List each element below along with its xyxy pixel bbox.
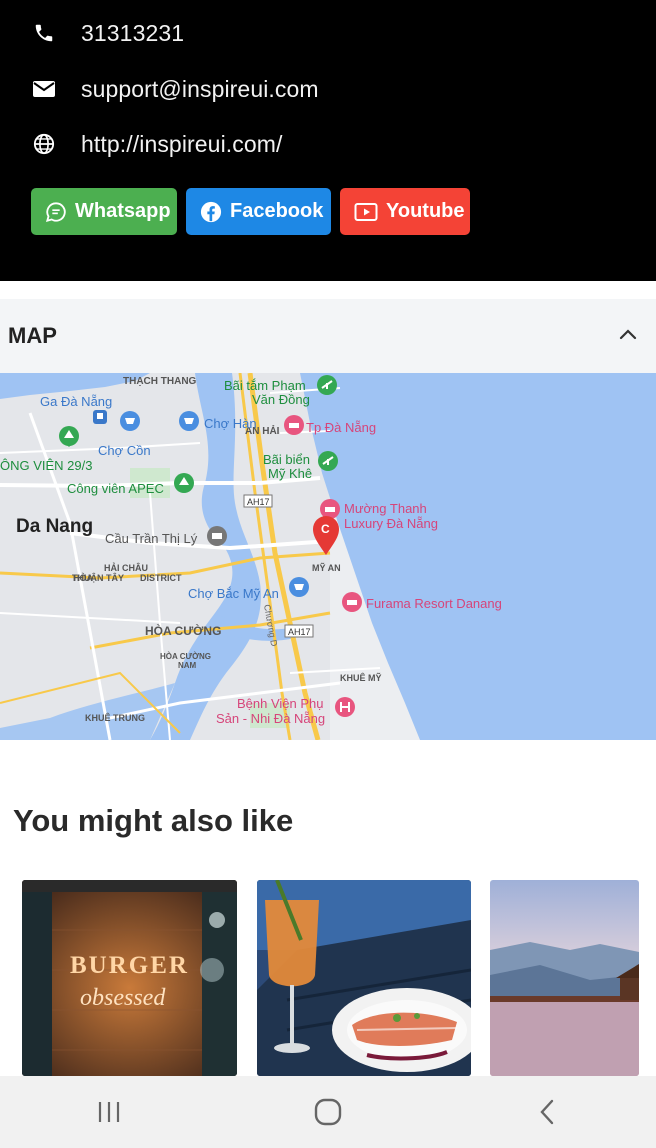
recent-apps-button[interactable] — [79, 1082, 139, 1142]
home-icon — [314, 1098, 342, 1126]
shopping-pin-icon[interactable] — [120, 411, 140, 431]
park-pin-icon[interactable] — [174, 473, 194, 493]
map-label: Bãi tắm Phạm — [224, 378, 306, 393]
map-label: Công viên APEC — [67, 481, 164, 496]
cocktail-salmon-image — [257, 880, 471, 1076]
bridge-icon[interactable] — [207, 526, 227, 546]
map-label: Ga Đà Nẵng — [40, 394, 112, 409]
map-label: HẢI CHÂU — [104, 562, 148, 573]
map-label: MỸ AN — [312, 563, 341, 573]
website-row[interactable]: http://inspireui.com/ — [30, 130, 283, 158]
youtube-button[interactable]: Youtube — [340, 188, 470, 235]
map-city-label: Da Nang — [16, 516, 93, 537]
map-label: ÔNG VIÊN 29/3 — [0, 458, 92, 473]
map-label: Cầu Trần Thị Lý — [105, 531, 198, 546]
home-button[interactable] — [298, 1082, 358, 1142]
burger-restaurant-image: BURGER obsessed — [22, 880, 237, 1076]
whatsapp-icon — [45, 200, 67, 224]
system-navigation-bar — [0, 1076, 656, 1148]
whatsapp-button[interactable]: Whatsapp — [31, 188, 177, 235]
hotel-pin-icon[interactable] — [342, 592, 362, 612]
svg-text:BURGER: BURGER — [70, 952, 189, 979]
beach-pin-icon[interactable] — [317, 375, 337, 395]
phone-row[interactable]: 31313231 — [30, 19, 184, 47]
email-icon — [30, 75, 58, 103]
globe-icon — [30, 130, 58, 158]
map-label: KHUÊ MỸ — [340, 672, 382, 683]
map-label: DISTRICT — [140, 573, 182, 583]
map-label: Chợ Hàn — [204, 416, 257, 431]
suggestion-card-cocktail[interactable] — [257, 880, 471, 1076]
marker-letter: C — [321, 522, 330, 536]
email-row[interactable]: support@inspireui.com — [30, 75, 319, 103]
shopping-pin-icon[interactable] — [179, 411, 199, 431]
recent-apps-icon — [99, 1102, 120, 1122]
hospital-pin-icon[interactable] — [335, 697, 355, 717]
youtube-label: Youtube — [386, 200, 465, 222]
facebook-icon — [200, 200, 222, 224]
facebook-label: Facebook — [230, 200, 324, 222]
road-shield: AH17 — [247, 497, 270, 507]
suggestion-card-burger[interactable]: BURGER obsessed — [22, 880, 237, 1076]
map-title: MAP — [8, 323, 57, 348]
map-label: Bãi biển — [263, 452, 310, 467]
map-label: Bệnh Viện Phụ — [237, 696, 324, 711]
map-label: Mường Thanh — [344, 501, 427, 516]
road-shield: AH17 — [288, 627, 311, 637]
suggestion-card-mountain[interactable] — [490, 880, 639, 1076]
chevron-up-icon[interactable] — [618, 327, 638, 346]
shopping-pin-icon[interactable] — [289, 577, 309, 597]
map-view[interactable]: THẠCH THANG AN HẢI HÒA HẢI CHÂU DISTRICT… — [0, 373, 656, 740]
email-address: support@inspireui.com — [81, 75, 319, 102]
social-buttons: Whatsapp Facebook Youtube — [31, 188, 470, 235]
map-label: Mỹ Khê — [268, 466, 312, 481]
back-button[interactable] — [517, 1082, 577, 1142]
svg-text:obsessed: obsessed — [80, 985, 166, 1011]
map-label: KHUÊ TRUNG — [85, 712, 145, 723]
map-label-thuan-tay: THUẬN TÂY — [72, 572, 124, 583]
map-label: Chợ Cồn — [98, 443, 151, 458]
youtube-icon — [354, 200, 378, 224]
mountain-pier-image — [490, 880, 639, 1076]
back-icon — [540, 1099, 553, 1125]
map-label: HÒA CƯỜNG — [160, 652, 211, 661]
map-label: NAM — [178, 661, 197, 670]
phone-icon — [30, 19, 58, 47]
map-label: Văn Đồng — [252, 392, 310, 407]
beach-pin-icon[interactable] — [318, 451, 338, 471]
map-label: Sản - Nhi Đà Nẵng — [216, 711, 325, 726]
phone-number: 31313231 — [81, 19, 185, 46]
map-label: THẠCH THANG — [123, 376, 197, 387]
hotel-pin-icon[interactable] — [284, 415, 304, 435]
hotel-pin-icon[interactable] — [320, 499, 340, 519]
map-label: Tp Đà Nẵng — [306, 420, 376, 435]
website-url: http://inspireui.com/ — [81, 130, 283, 157]
map-label: HÒA CƯỜNG — [145, 623, 221, 638]
map-label: Luxury Đà Nẵng — [344, 516, 438, 531]
whatsapp-label: Whatsapp — [75, 200, 171, 222]
suggestions-title: You might also like — [13, 803, 294, 838]
map-section-header[interactable]: MAP — [0, 299, 656, 373]
train-station-icon[interactable] — [93, 410, 107, 424]
map-label: Chợ Bắc Mỹ An — [188, 586, 279, 601]
map-label: Furama Resort Danang — [366, 596, 502, 611]
contact-panel: 31313231 support@inspireui.com http://in… — [0, 0, 656, 281]
facebook-button[interactable]: Facebook — [186, 188, 331, 235]
